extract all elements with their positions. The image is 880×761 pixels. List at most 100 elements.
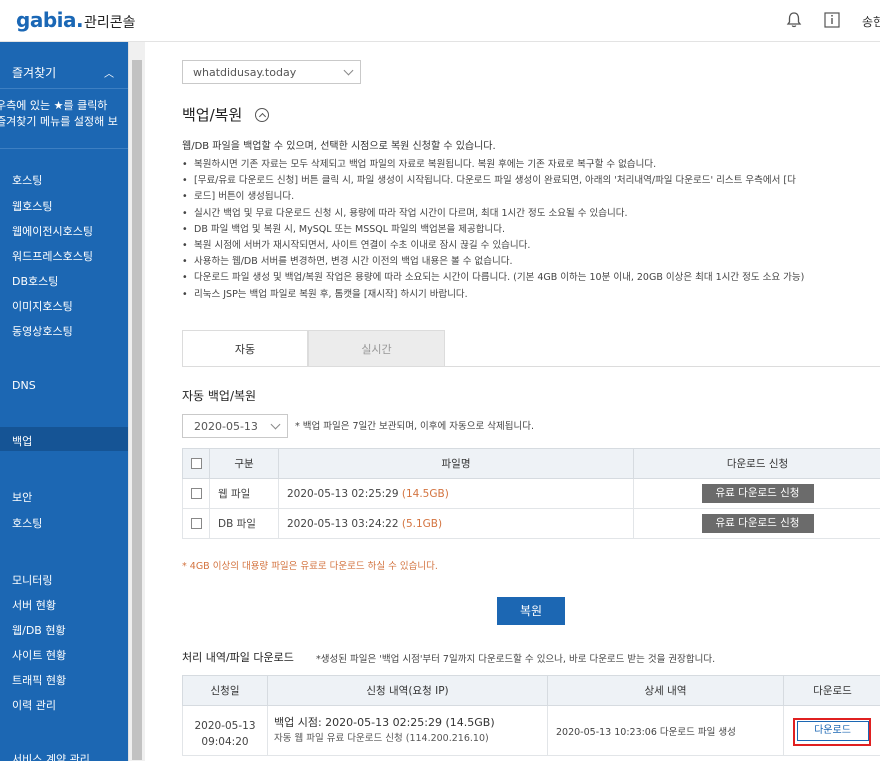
- sidebar-item-history[interactable]: 이력 관리: [12, 697, 56, 713]
- action-cell: 유료 다운로드 신청: [633, 508, 880, 539]
- user-name[interactable]: 송현: [862, 13, 880, 30]
- sidebar-item-security-hosting[interactable]: 호스팅: [12, 515, 42, 531]
- paid-download-button[interactable]: 유료 다운로드 신청: [701, 484, 814, 503]
- scrollbar-thumb[interactable]: [132, 60, 142, 760]
- column-header: 상세 내역: [547, 675, 784, 706]
- divider: [0, 148, 128, 149]
- sidebar-item-dns[interactable]: DNS: [12, 379, 36, 392]
- column-header: 다운로드 신청: [633, 448, 880, 479]
- favorites-note-line: 우측에 있는 ★를 클릭하: [0, 99, 108, 112]
- divider: [0, 88, 128, 89]
- notice-item: 다운로드 파일 생성 및 백업/복원 작업은 용량에 따라 소요되는 시간이 다…: [182, 270, 880, 286]
- table-row: 2020-05-13 09:04:20 백업 시점: 2020-05-13 02…: [182, 705, 880, 756]
- sidebar-item-video-hosting[interactable]: 동영상호스팅: [12, 323, 73, 339]
- page-title: 백업/복원: [182, 106, 243, 124]
- request-info: 자동 웹 파일 유료 다운로드 신청 (114.200.216.10): [274, 732, 489, 744]
- tab-divider: [182, 366, 880, 367]
- favorites-note-line: 즐겨찾기 메뉴를 설정해 보: [0, 115, 118, 128]
- top-header: gabia. 관리콘솔 송현: [0, 0, 880, 42]
- table-row: 웹 파일 2020-05-13 02:25:29 (14.5GB) 유료 다운로…: [182, 478, 880, 509]
- column-header: 신청일: [182, 675, 268, 706]
- notice-item: 복원 시점에 서버가 재시작되면서, 사이트 연결이 수초 이내로 잠시 끊길 …: [182, 238, 880, 254]
- large-file-warning: * 4GB 이상의 대용량 파일은 유료로 다운로드 하실 수 있습니다.: [182, 561, 438, 572]
- table-header-row: 신청일 신청 내역(요청 IP) 상세 내역 다운로드: [182, 675, 880, 706]
- sidebar-scrollbar[interactable]: [128, 42, 145, 761]
- backup-point: 백업 시점: 2020-05-13 02:25:29 (14.5GB): [274, 715, 495, 729]
- file-name-cell: 2020-05-13 02:25:29 (14.5GB): [278, 478, 634, 509]
- sidebar-item-backup[interactable]: 백업: [12, 433, 32, 449]
- select-all-cell: [182, 448, 210, 479]
- chevron-down-icon: [343, 65, 354, 76]
- table-header-row: 구분 파일명 다운로드 신청: [182, 448, 880, 479]
- sidebar: 즐겨찾기 ︿ 우측에 있는 ★를 클릭하 즐겨찾기 메뉴를 설정해 보 호스팅 …: [0, 42, 128, 761]
- sidebar-item-contract[interactable]: 서비스 계약 관리: [12, 751, 90, 761]
- status-detail: 2020-05-13 10:23:06 다운로드 파일 생성: [547, 705, 784, 756]
- row-checkbox-cell: [182, 508, 210, 539]
- site-select[interactable]: whatdidusay.today: [182, 60, 361, 84]
- row-checkbox[interactable]: [190, 518, 202, 529]
- history-note: *생성된 파일은 '백업 시점'부터 7일까지 다운로드할 수 있으나, 바로 …: [316, 654, 716, 665]
- column-header: 파일명: [278, 448, 634, 479]
- console-title: 관리콘솔: [84, 15, 136, 31]
- history-title: 처리 내역/파일 다운로드: [182, 651, 294, 664]
- file-size: (5.1GB): [401, 517, 443, 530]
- file-name-cell: 2020-05-13 03:24:22 (5.1GB): [278, 508, 634, 539]
- sidebar-item-web-db-status[interactable]: 웹/DB 현황: [12, 622, 66, 638]
- file-type: 웹 파일: [209, 478, 279, 509]
- sidebar-item-web-hosting[interactable]: 웹호스팅: [12, 198, 52, 214]
- restore-button[interactable]: 복원: [497, 597, 565, 625]
- file-type: DB 파일: [209, 508, 279, 539]
- sidebar-item-db-hosting[interactable]: DB호스팅: [12, 273, 58, 289]
- column-header: 신청 내역(요청 IP): [267, 675, 548, 706]
- backup-table: 구분 파일명 다운로드 신청 웹 파일 2020-05-13 02:25:29 …: [182, 448, 880, 539]
- notice-item: 리눅스 JSP는 백업 파일로 복원 후, 톰캣을 [재시작] 하시기 바랍니다…: [182, 287, 880, 303]
- sidebar-item-monitoring[interactable]: 모니터링: [12, 572, 52, 588]
- tab-auto[interactable]: 자동: [182, 330, 308, 367]
- sidebar-item-security[interactable]: 보안: [12, 489, 32, 505]
- sidebar-favorites[interactable]: 즐겨찾기: [12, 64, 56, 81]
- main-content: whatdidusay.today 백업/복원 웹/DB 파일을 백업할 수 있…: [145, 42, 880, 761]
- column-header: 다운로드: [783, 675, 880, 706]
- file-size: (14.5GB): [401, 487, 449, 500]
- sidebar-item-traffic-status[interactable]: 트래픽 현황: [12, 672, 66, 688]
- bell-icon[interactable]: [784, 10, 804, 30]
- site-select-value: whatdidusay.today: [193, 66, 297, 79]
- request-detail-cell: 백업 시점: 2020-05-13 02:25:29 (14.5GB) 자동 웹…: [267, 705, 548, 756]
- info-panel-icon[interactable]: [822, 10, 842, 30]
- notice-item-continued: 로드] 버튼이 생성됩니다.: [182, 189, 880, 205]
- sidebar-item-web-agency-hosting[interactable]: 웹에이전시호스팅: [12, 223, 93, 239]
- request-time: 09:04:20: [201, 735, 249, 748]
- date-select[interactable]: 2020-05-13: [182, 414, 288, 438]
- column-header: 구분: [209, 448, 279, 479]
- date-select-value: 2020-05-13: [194, 420, 258, 433]
- sidebar-item-hosting[interactable]: 호스팅: [12, 172, 42, 188]
- select-all-checkbox[interactable]: [190, 458, 202, 469]
- sidebar-item-server-status[interactable]: 서버 현황: [12, 597, 56, 613]
- download-highlight-box: [793, 718, 871, 746]
- row-checkbox[interactable]: [190, 488, 202, 499]
- notice-item: 실시간 백업 및 무료 다운로드 신청 시, 용량에 따라 작업 시간이 다르며…: [182, 206, 880, 222]
- paid-download-button[interactable]: 유료 다운로드 신청: [701, 514, 814, 533]
- favorites-note: 우측에 있는 ★를 클릭하 즐겨찾기 메뉴를 설정해 보: [0, 98, 126, 130]
- table-row: DB 파일 2020-05-13 03:24:22 (5.1GB) 유료 다운로…: [182, 508, 880, 539]
- tab-realtime[interactable]: 실시간: [308, 330, 445, 367]
- auto-backup-title: 자동 백업/복원: [182, 389, 257, 403]
- notice-item: [무료/유료 다운로드 신청] 버튼 클릭 시, 파일 생성이 시작됩니다. 다…: [182, 173, 880, 189]
- row-checkbox-cell: [182, 478, 210, 509]
- history-table: 신청일 신청 내역(요청 IP) 상세 내역 다운로드 2020-05-13 0…: [182, 675, 880, 756]
- request-date: 2020-05-13: [194, 719, 256, 732]
- retention-note: * 백업 파일은 7일간 보관되며, 이후에 자동으로 삭제됩니다.: [295, 421, 534, 432]
- collapse-toggle-icon[interactable]: [255, 108, 269, 122]
- notice-item: 사용하는 웹/DB 서버를 변경하면, 변경 시간 이전의 백업 내용은 볼 수…: [182, 254, 880, 270]
- sidebar-item-wordpress-hosting[interactable]: 워드프레스호스팅: [12, 248, 93, 264]
- sidebar-item-image-hosting[interactable]: 이미지호스팅: [12, 298, 73, 314]
- chevron-down-icon: [270, 419, 281, 430]
- file-timestamp: 2020-05-13 03:24:22: [287, 517, 399, 530]
- chevron-up-icon[interactable]: ︿: [104, 65, 114, 80]
- request-date-cell: 2020-05-13 09:04:20: [182, 705, 268, 756]
- notice-item: DB 파일 백업 및 복원 시, MySQL 또는 MSSQL 파일의 백업본을…: [182, 222, 880, 238]
- gabia-logo[interactable]: gabia.: [16, 8, 84, 32]
- sidebar-item-site-status[interactable]: 사이트 현황: [12, 647, 66, 663]
- action-cell: 유료 다운로드 신청: [633, 478, 880, 509]
- file-timestamp: 2020-05-13 02:25:29: [287, 487, 399, 500]
